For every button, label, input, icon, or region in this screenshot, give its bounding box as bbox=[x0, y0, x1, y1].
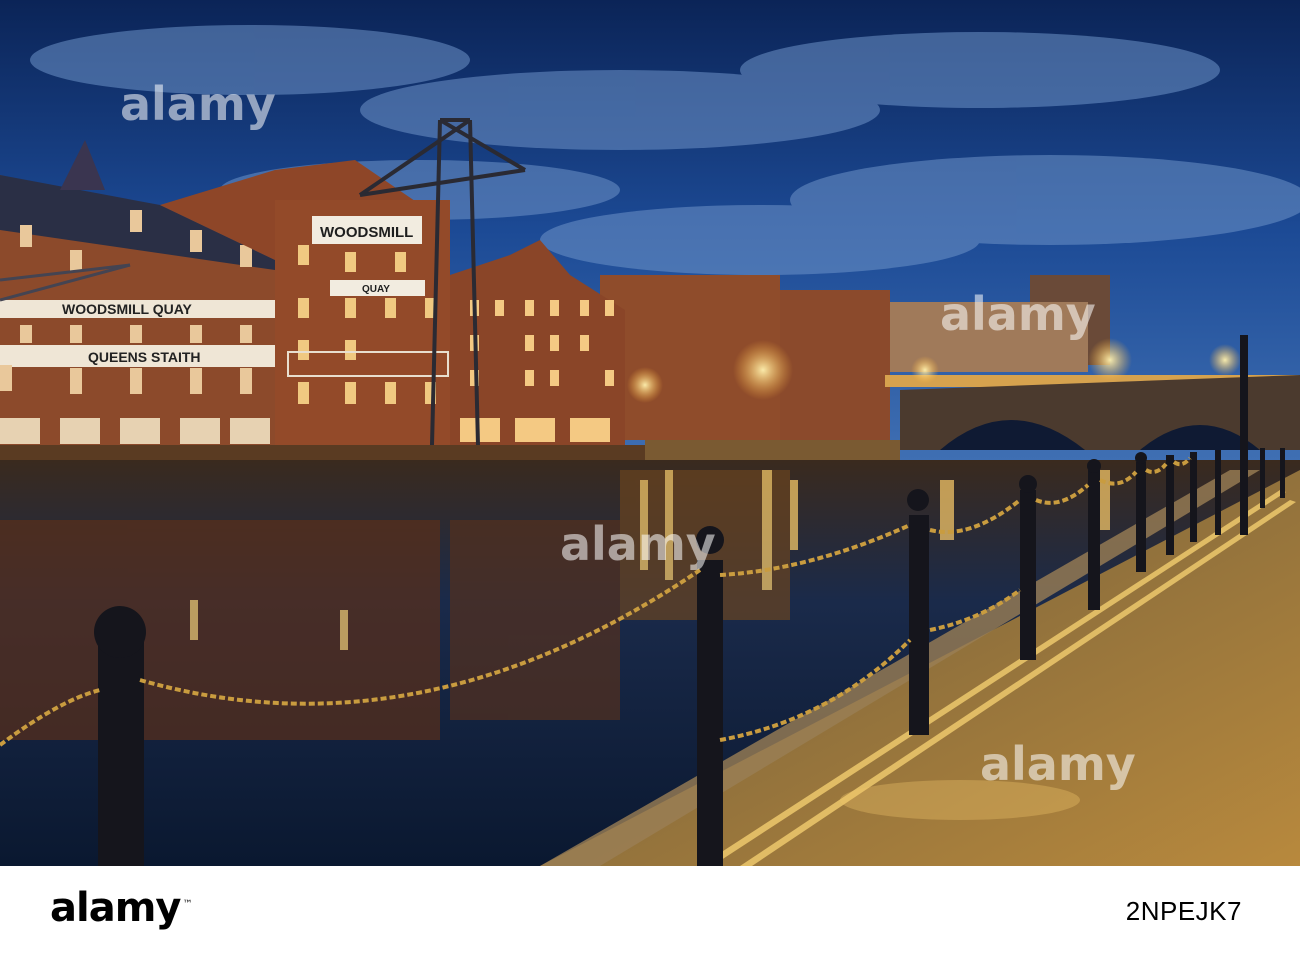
sign-queens-staith: QUEENS STAITH bbox=[88, 349, 201, 365]
riverside-photo: WOODSMILL QUAY QUEENS STAITH WOODSMILL Q… bbox=[0, 0, 1300, 866]
svg-text:alamy: alamy bbox=[560, 517, 716, 571]
sign-quay: QUAY bbox=[362, 284, 390, 295]
bridge bbox=[885, 375, 1300, 450]
sign-woodsmill: WOODSMILL bbox=[320, 224, 413, 241]
footer-bar: alamy ™ 2NPEJK7 bbox=[0, 866, 1300, 956]
trademark-icon: ™ bbox=[182, 898, 192, 910]
svg-text:alamy: alamy bbox=[120, 77, 276, 131]
svg-text:alamy: alamy bbox=[980, 737, 1136, 791]
sign-woodsmill-quay: WOODSMILL QUAY bbox=[62, 301, 193, 317]
alamy-logo-text: alamy bbox=[50, 885, 181, 931]
alamy-logo: alamy ™ bbox=[50, 885, 192, 931]
image-id: 2NPEJK7 bbox=[1125, 896, 1242, 926]
svg-text:alamy: alamy bbox=[940, 287, 1096, 341]
